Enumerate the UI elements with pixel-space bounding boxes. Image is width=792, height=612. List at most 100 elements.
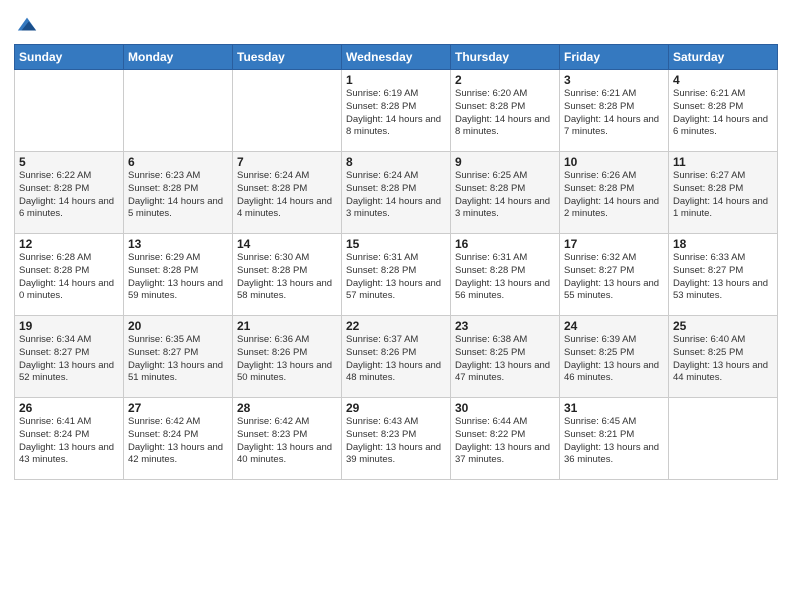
calendar-table: SundayMondayTuesdayWednesdayThursdayFrid… — [14, 44, 778, 480]
day-info: Sunrise: 6:39 AM Sunset: 8:25 PM Dayligh… — [564, 334, 664, 385]
calendar-cell: 12Sunrise: 6:28 AM Sunset: 8:28 PM Dayli… — [15, 234, 124, 316]
day-info: Sunrise: 6:36 AM Sunset: 8:26 PM Dayligh… — [237, 334, 337, 385]
day-info: Sunrise: 6:41 AM Sunset: 8:24 PM Dayligh… — [19, 416, 119, 467]
day-number: 7 — [237, 155, 337, 169]
day-info: Sunrise: 6:21 AM Sunset: 8:28 PM Dayligh… — [564, 88, 664, 139]
day-number: 25 — [673, 319, 773, 333]
day-number: 11 — [673, 155, 773, 169]
day-info: Sunrise: 6:42 AM Sunset: 8:23 PM Dayligh… — [237, 416, 337, 467]
calendar-cell — [669, 398, 778, 480]
calendar-week-1: 1Sunrise: 6:19 AM Sunset: 8:28 PM Daylig… — [15, 70, 778, 152]
calendar-cell: 17Sunrise: 6:32 AM Sunset: 8:27 PM Dayli… — [560, 234, 669, 316]
day-number: 18 — [673, 237, 773, 251]
day-info: Sunrise: 6:27 AM Sunset: 8:28 PM Dayligh… — [673, 170, 773, 221]
day-number: 17 — [564, 237, 664, 251]
weekday-sunday: Sunday — [15, 45, 124, 70]
day-number: 14 — [237, 237, 337, 251]
day-number: 2 — [455, 73, 555, 87]
day-info: Sunrise: 6:44 AM Sunset: 8:22 PM Dayligh… — [455, 416, 555, 467]
day-number: 15 — [346, 237, 446, 251]
day-number: 31 — [564, 401, 664, 415]
day-number: 23 — [455, 319, 555, 333]
day-number: 8 — [346, 155, 446, 169]
day-info: Sunrise: 6:38 AM Sunset: 8:25 PM Dayligh… — [455, 334, 555, 385]
weekday-friday: Friday — [560, 45, 669, 70]
day-number: 12 — [19, 237, 119, 251]
calendar-cell: 22Sunrise: 6:37 AM Sunset: 8:26 PM Dayli… — [342, 316, 451, 398]
day-info: Sunrise: 6:40 AM Sunset: 8:25 PM Dayligh… — [673, 334, 773, 385]
calendar-cell: 7Sunrise: 6:24 AM Sunset: 8:28 PM Daylig… — [233, 152, 342, 234]
calendar-cell: 31Sunrise: 6:45 AM Sunset: 8:21 PM Dayli… — [560, 398, 669, 480]
calendar-cell: 13Sunrise: 6:29 AM Sunset: 8:28 PM Dayli… — [124, 234, 233, 316]
calendar-cell: 20Sunrise: 6:35 AM Sunset: 8:27 PM Dayli… — [124, 316, 233, 398]
calendar-week-4: 19Sunrise: 6:34 AM Sunset: 8:27 PM Dayli… — [15, 316, 778, 398]
day-info: Sunrise: 6:42 AM Sunset: 8:24 PM Dayligh… — [128, 416, 228, 467]
day-number: 22 — [346, 319, 446, 333]
day-number: 3 — [564, 73, 664, 87]
calendar-cell: 14Sunrise: 6:30 AM Sunset: 8:28 PM Dayli… — [233, 234, 342, 316]
day-info: Sunrise: 6:29 AM Sunset: 8:28 PM Dayligh… — [128, 252, 228, 303]
day-number: 28 — [237, 401, 337, 415]
day-info: Sunrise: 6:19 AM Sunset: 8:28 PM Dayligh… — [346, 88, 446, 139]
day-number: 29 — [346, 401, 446, 415]
calendar-cell: 27Sunrise: 6:42 AM Sunset: 8:24 PM Dayli… — [124, 398, 233, 480]
day-info: Sunrise: 6:21 AM Sunset: 8:28 PM Dayligh… — [673, 88, 773, 139]
calendar-cell: 1Sunrise: 6:19 AM Sunset: 8:28 PM Daylig… — [342, 70, 451, 152]
calendar-week-3: 12Sunrise: 6:28 AM Sunset: 8:28 PM Dayli… — [15, 234, 778, 316]
weekday-header-row: SundayMondayTuesdayWednesdayThursdayFrid… — [15, 45, 778, 70]
day-number: 20 — [128, 319, 228, 333]
weekday-thursday: Thursday — [451, 45, 560, 70]
calendar-cell: 19Sunrise: 6:34 AM Sunset: 8:27 PM Dayli… — [15, 316, 124, 398]
calendar-cell: 23Sunrise: 6:38 AM Sunset: 8:25 PM Dayli… — [451, 316, 560, 398]
calendar-cell: 29Sunrise: 6:43 AM Sunset: 8:23 PM Dayli… — [342, 398, 451, 480]
calendar-cell: 21Sunrise: 6:36 AM Sunset: 8:26 PM Dayli… — [233, 316, 342, 398]
day-number: 24 — [564, 319, 664, 333]
weekday-saturday: Saturday — [669, 45, 778, 70]
weekday-monday: Monday — [124, 45, 233, 70]
day-info: Sunrise: 6:24 AM Sunset: 8:28 PM Dayligh… — [346, 170, 446, 221]
day-info: Sunrise: 6:31 AM Sunset: 8:28 PM Dayligh… — [455, 252, 555, 303]
day-info: Sunrise: 6:30 AM Sunset: 8:28 PM Dayligh… — [237, 252, 337, 303]
day-number: 6 — [128, 155, 228, 169]
day-number: 9 — [455, 155, 555, 169]
day-number: 16 — [455, 237, 555, 251]
day-number: 5 — [19, 155, 119, 169]
calendar-cell — [124, 70, 233, 152]
day-info: Sunrise: 6:26 AM Sunset: 8:28 PM Dayligh… — [564, 170, 664, 221]
calendar-cell: 15Sunrise: 6:31 AM Sunset: 8:28 PM Dayli… — [342, 234, 451, 316]
calendar-cell: 3Sunrise: 6:21 AM Sunset: 8:28 PM Daylig… — [560, 70, 669, 152]
day-number: 26 — [19, 401, 119, 415]
day-info: Sunrise: 6:32 AM Sunset: 8:27 PM Dayligh… — [564, 252, 664, 303]
day-info: Sunrise: 6:25 AM Sunset: 8:28 PM Dayligh… — [455, 170, 555, 221]
day-number: 1 — [346, 73, 446, 87]
day-info: Sunrise: 6:28 AM Sunset: 8:28 PM Dayligh… — [19, 252, 119, 303]
calendar-cell: 24Sunrise: 6:39 AM Sunset: 8:25 PM Dayli… — [560, 316, 669, 398]
header — [14, 10, 778, 36]
page: SundayMondayTuesdayWednesdayThursdayFrid… — [0, 0, 792, 612]
day-info: Sunrise: 6:20 AM Sunset: 8:28 PM Dayligh… — [455, 88, 555, 139]
day-info: Sunrise: 6:33 AM Sunset: 8:27 PM Dayligh… — [673, 252, 773, 303]
calendar-cell: 28Sunrise: 6:42 AM Sunset: 8:23 PM Dayli… — [233, 398, 342, 480]
calendar-week-5: 26Sunrise: 6:41 AM Sunset: 8:24 PM Dayli… — [15, 398, 778, 480]
day-info: Sunrise: 6:22 AM Sunset: 8:28 PM Dayligh… — [19, 170, 119, 221]
day-number: 19 — [19, 319, 119, 333]
calendar-week-2: 5Sunrise: 6:22 AM Sunset: 8:28 PM Daylig… — [15, 152, 778, 234]
day-info: Sunrise: 6:24 AM Sunset: 8:28 PM Dayligh… — [237, 170, 337, 221]
calendar-cell — [233, 70, 342, 152]
calendar-cell: 18Sunrise: 6:33 AM Sunset: 8:27 PM Dayli… — [669, 234, 778, 316]
weekday-wednesday: Wednesday — [342, 45, 451, 70]
calendar-cell: 9Sunrise: 6:25 AM Sunset: 8:28 PM Daylig… — [451, 152, 560, 234]
day-info: Sunrise: 6:37 AM Sunset: 8:26 PM Dayligh… — [346, 334, 446, 385]
day-number: 4 — [673, 73, 773, 87]
day-info: Sunrise: 6:35 AM Sunset: 8:27 PM Dayligh… — [128, 334, 228, 385]
calendar-cell: 10Sunrise: 6:26 AM Sunset: 8:28 PM Dayli… — [560, 152, 669, 234]
day-number: 27 — [128, 401, 228, 415]
day-number: 13 — [128, 237, 228, 251]
day-info: Sunrise: 6:45 AM Sunset: 8:21 PM Dayligh… — [564, 416, 664, 467]
calendar-cell: 30Sunrise: 6:44 AM Sunset: 8:22 PM Dayli… — [451, 398, 560, 480]
calendar-cell: 8Sunrise: 6:24 AM Sunset: 8:28 PM Daylig… — [342, 152, 451, 234]
calendar-cell: 11Sunrise: 6:27 AM Sunset: 8:28 PM Dayli… — [669, 152, 778, 234]
day-info: Sunrise: 6:31 AM Sunset: 8:28 PM Dayligh… — [346, 252, 446, 303]
calendar-cell: 16Sunrise: 6:31 AM Sunset: 8:28 PM Dayli… — [451, 234, 560, 316]
calendar-cell: 4Sunrise: 6:21 AM Sunset: 8:28 PM Daylig… — [669, 70, 778, 152]
